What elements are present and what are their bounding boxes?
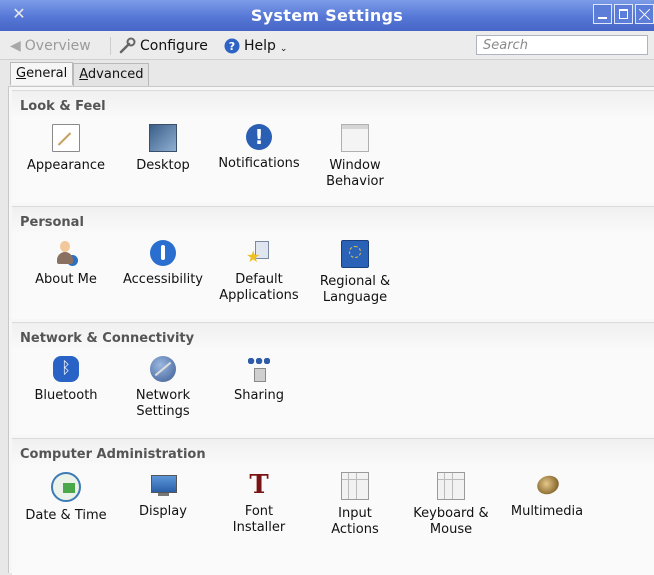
toolbar-separator (110, 37, 111, 55)
section-title: Computer Administration (20, 447, 206, 462)
module-label: Accessibility (123, 272, 203, 287)
module-accessibility[interactable]: Accessibility (113, 240, 213, 288)
module-label: Appearance (26, 158, 106, 173)
configure-button[interactable]: Configure (118, 36, 208, 56)
section-personal: Personal About Me Accessibility Default … (12, 206, 654, 319)
section-title: Network & Connectivity (20, 331, 195, 346)
input-actions-icon (341, 472, 369, 500)
bluetooth-icon (53, 356, 79, 382)
wrench-icon (119, 37, 136, 54)
module-label: Network Settings (135, 388, 191, 419)
module-bluetooth[interactable]: Bluetooth (16, 356, 116, 404)
module-font-installer[interactable]: Font Installer (209, 471, 309, 536)
window-title: System Settings (250, 6, 404, 25)
font-installer-icon (246, 471, 272, 499)
regional-language-icon (341, 240, 369, 268)
module-display[interactable]: Display (113, 472, 213, 520)
section-title: Look & Feel (20, 99, 106, 114)
toolbar: ◀ Overview Configure ? Help ⌄ (0, 31, 654, 60)
module-about-me[interactable]: About Me (16, 240, 116, 288)
overview-button[interactable]: ◀ Overview (10, 36, 91, 56)
module-label: Date & Time (25, 508, 107, 523)
module-window-behavior[interactable]: Window Behavior (305, 124, 405, 190)
module-multimedia[interactable]: Multimedia (497, 472, 597, 520)
help-label: Help (244, 38, 276, 54)
settings-content: Look & Feel Appearance Desktop Notificat… (8, 86, 654, 575)
maximize-icon (615, 5, 632, 23)
configure-label: Configure (140, 38, 208, 54)
module-keyboard-mouse[interactable]: Keyboard & Mouse (401, 472, 501, 538)
display-icon (150, 472, 177, 498)
accessibility-icon (150, 240, 176, 266)
module-label: Default Applications (219, 272, 299, 303)
minimize-icon (594, 5, 611, 23)
minimize-button[interactable] (593, 4, 612, 24)
about-me-icon (53, 240, 79, 266)
section-title: Personal (20, 215, 84, 230)
search-input[interactable] (476, 35, 648, 55)
keyboard-mouse-icon (437, 472, 465, 500)
maximize-button[interactable] (614, 4, 633, 24)
tab-bar: General Advanced (10, 62, 150, 86)
module-appearance[interactable]: Appearance (16, 124, 116, 174)
module-label: Notifications (218, 156, 300, 171)
module-regional-language[interactable]: Regional & Language (305, 240, 405, 306)
module-label: Multimedia (510, 504, 584, 519)
sharing-icon (246, 356, 272, 382)
module-label: Desktop (136, 158, 190, 173)
help-button[interactable]: ? Help ⌄ (224, 36, 287, 56)
notifications-icon (246, 124, 272, 150)
back-arrow-icon: ◀ (10, 38, 21, 54)
module-input-actions[interactable]: Input Actions (305, 472, 405, 538)
module-network-settings[interactable]: Network Settings (113, 356, 213, 420)
desktop-icon (149, 124, 177, 152)
module-default-applications[interactable]: Default Applications (209, 240, 309, 304)
tab-advanced[interactable]: Advanced (73, 63, 150, 86)
module-label: Display (139, 504, 187, 519)
close-icon (636, 5, 653, 23)
close-button[interactable] (635, 4, 654, 24)
title-bar[interactable]: ✕ System Settings (0, 0, 654, 31)
section-computer-administration: Computer Administration Date & Time Disp… (12, 438, 654, 575)
overview-label: Overview (24, 38, 91, 54)
module-label: Bluetooth (34, 388, 98, 403)
network-settings-icon (150, 356, 176, 382)
section-network-connectivity: Network & Connectivity Bluetooth Network… (12, 322, 654, 435)
module-label: Font Installer (232, 504, 286, 535)
module-label: Window Behavior (326, 158, 384, 189)
appearance-icon (52, 124, 80, 152)
tab-advanced-label: Advanced (79, 67, 144, 82)
help-icon: ? (224, 38, 240, 54)
module-sharing[interactable]: Sharing (209, 356, 309, 404)
module-label: About Me (35, 272, 97, 287)
multimedia-icon (534, 472, 560, 498)
module-desktop[interactable]: Desktop (113, 124, 213, 174)
window-behavior-icon (341, 124, 369, 152)
window-controls (593, 4, 654, 26)
module-notifications[interactable]: Notifications (209, 124, 309, 172)
module-label: Input Actions (331, 506, 379, 537)
module-label: Regional & Language (319, 274, 391, 305)
section-look-and-feel: Look & Feel Appearance Desktop Notificat… (12, 90, 654, 203)
tab-general-label: General (16, 66, 68, 81)
tab-general[interactable]: General (10, 62, 74, 85)
module-label: Keyboard & Mouse (413, 506, 489, 537)
svg-text:?: ? (229, 40, 235, 53)
date-time-icon (51, 472, 81, 502)
default-applications-icon (246, 240, 272, 266)
module-label: Sharing (234, 388, 284, 403)
chevron-down-icon: ⌄ (279, 44, 288, 54)
module-date-time[interactable]: Date & Time (16, 472, 116, 524)
